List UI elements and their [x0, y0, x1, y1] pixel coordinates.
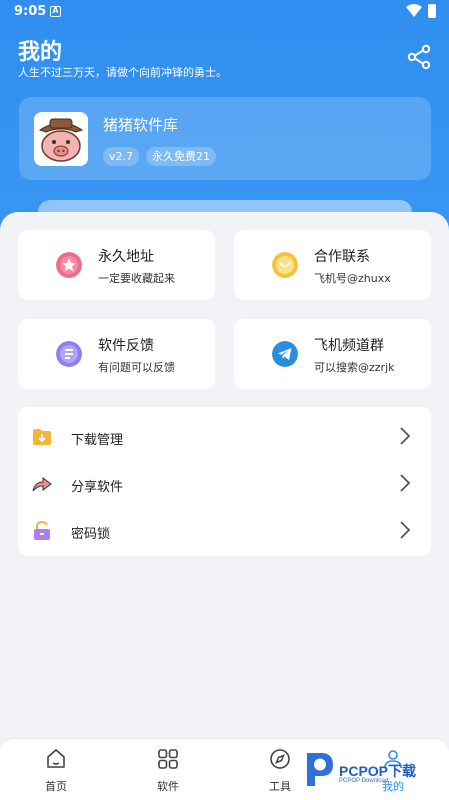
download-folder-icon	[33, 429, 51, 445]
tile-subtitle: 飞机号@zhuxx	[314, 272, 391, 285]
battery-icon	[428, 4, 436, 18]
share-arrow-icon	[32, 477, 52, 492]
watermark-sub: PCPOP Download	[339, 778, 389, 784]
notification-a-icon: A	[50, 6, 61, 17]
pcpop-logo-icon	[307, 753, 333, 786]
menu-list: 下载管理 分享软件 密码锁	[18, 407, 431, 556]
app-avatar	[34, 112, 88, 166]
star-icon	[56, 252, 82, 278]
grid-icon	[158, 749, 178, 769]
tile-subtitle: 有问题可以反馈	[98, 361, 175, 374]
menu-label: 下载管理	[71, 433, 124, 448]
watermark: PCPOP下载 PCPOP Download	[303, 747, 445, 793]
compass-icon	[270, 749, 290, 769]
tab-software[interactable]: 软件	[123, 739, 213, 800]
menu-item-password-lock[interactable]: 密码锁	[18, 505, 431, 553]
tile-permanent-address[interactable]: 永久地址 一定要收藏起来	[18, 230, 215, 300]
tile-contact[interactable]: 合作联系 飞机号@zhuxx	[234, 230, 431, 300]
chat-icon	[272, 252, 298, 278]
tile-feedback[interactable]: 软件反馈 有问题可以反馈	[18, 319, 215, 389]
wifi-icon	[406, 4, 422, 17]
page-title: 我的	[18, 40, 63, 65]
menu-label: 分享软件	[71, 480, 124, 495]
chevron-right-icon	[400, 474, 411, 492]
app-name: 猪猪软件库	[103, 116, 179, 134]
tile-title: 合作联系	[314, 249, 370, 265]
pig-icon	[34, 112, 88, 166]
tile-title: 软件反馈	[98, 338, 154, 354]
telegram-icon	[272, 341, 298, 367]
status-bar: 9:05 A	[0, 0, 449, 24]
profile-card[interactable]: 猪猪软件库 v2.7 永久免费21	[19, 97, 431, 180]
share-icon[interactable]	[406, 44, 432, 70]
tile-subtitle: 可以搜索@zzrjk	[314, 361, 395, 374]
home-icon	[47, 749, 65, 768]
tab-home[interactable]: 首页	[11, 739, 101, 800]
chevron-right-icon	[400, 427, 411, 445]
page-subtitle: 人生不过三万天，请做个向前冲锋的勇士。	[18, 66, 227, 79]
menu-label: 密码锁	[71, 527, 111, 542]
version-badge: v2.7	[103, 147, 140, 166]
lock-icon	[34, 521, 50, 540]
tile-title: 飞机频道群	[314, 338, 384, 354]
tab-label: 软件	[157, 780, 179, 793]
plan-badge: 永久免费21	[146, 147, 216, 166]
tile-title: 永久地址	[98, 249, 154, 265]
tile-subtitle: 一定要收藏起来	[98, 272, 175, 285]
feedback-icon	[56, 341, 82, 367]
menu-item-download-manager[interactable]: 下载管理	[18, 411, 431, 459]
menu-item-share-software[interactable]: 分享软件	[18, 458, 431, 506]
tab-label: 首页	[45, 780, 67, 793]
tile-telegram-channel[interactable]: 飞机频道群 可以搜索@zzrjk	[234, 319, 431, 389]
chevron-right-icon	[400, 521, 411, 539]
status-time: 9:05	[14, 4, 47, 19]
